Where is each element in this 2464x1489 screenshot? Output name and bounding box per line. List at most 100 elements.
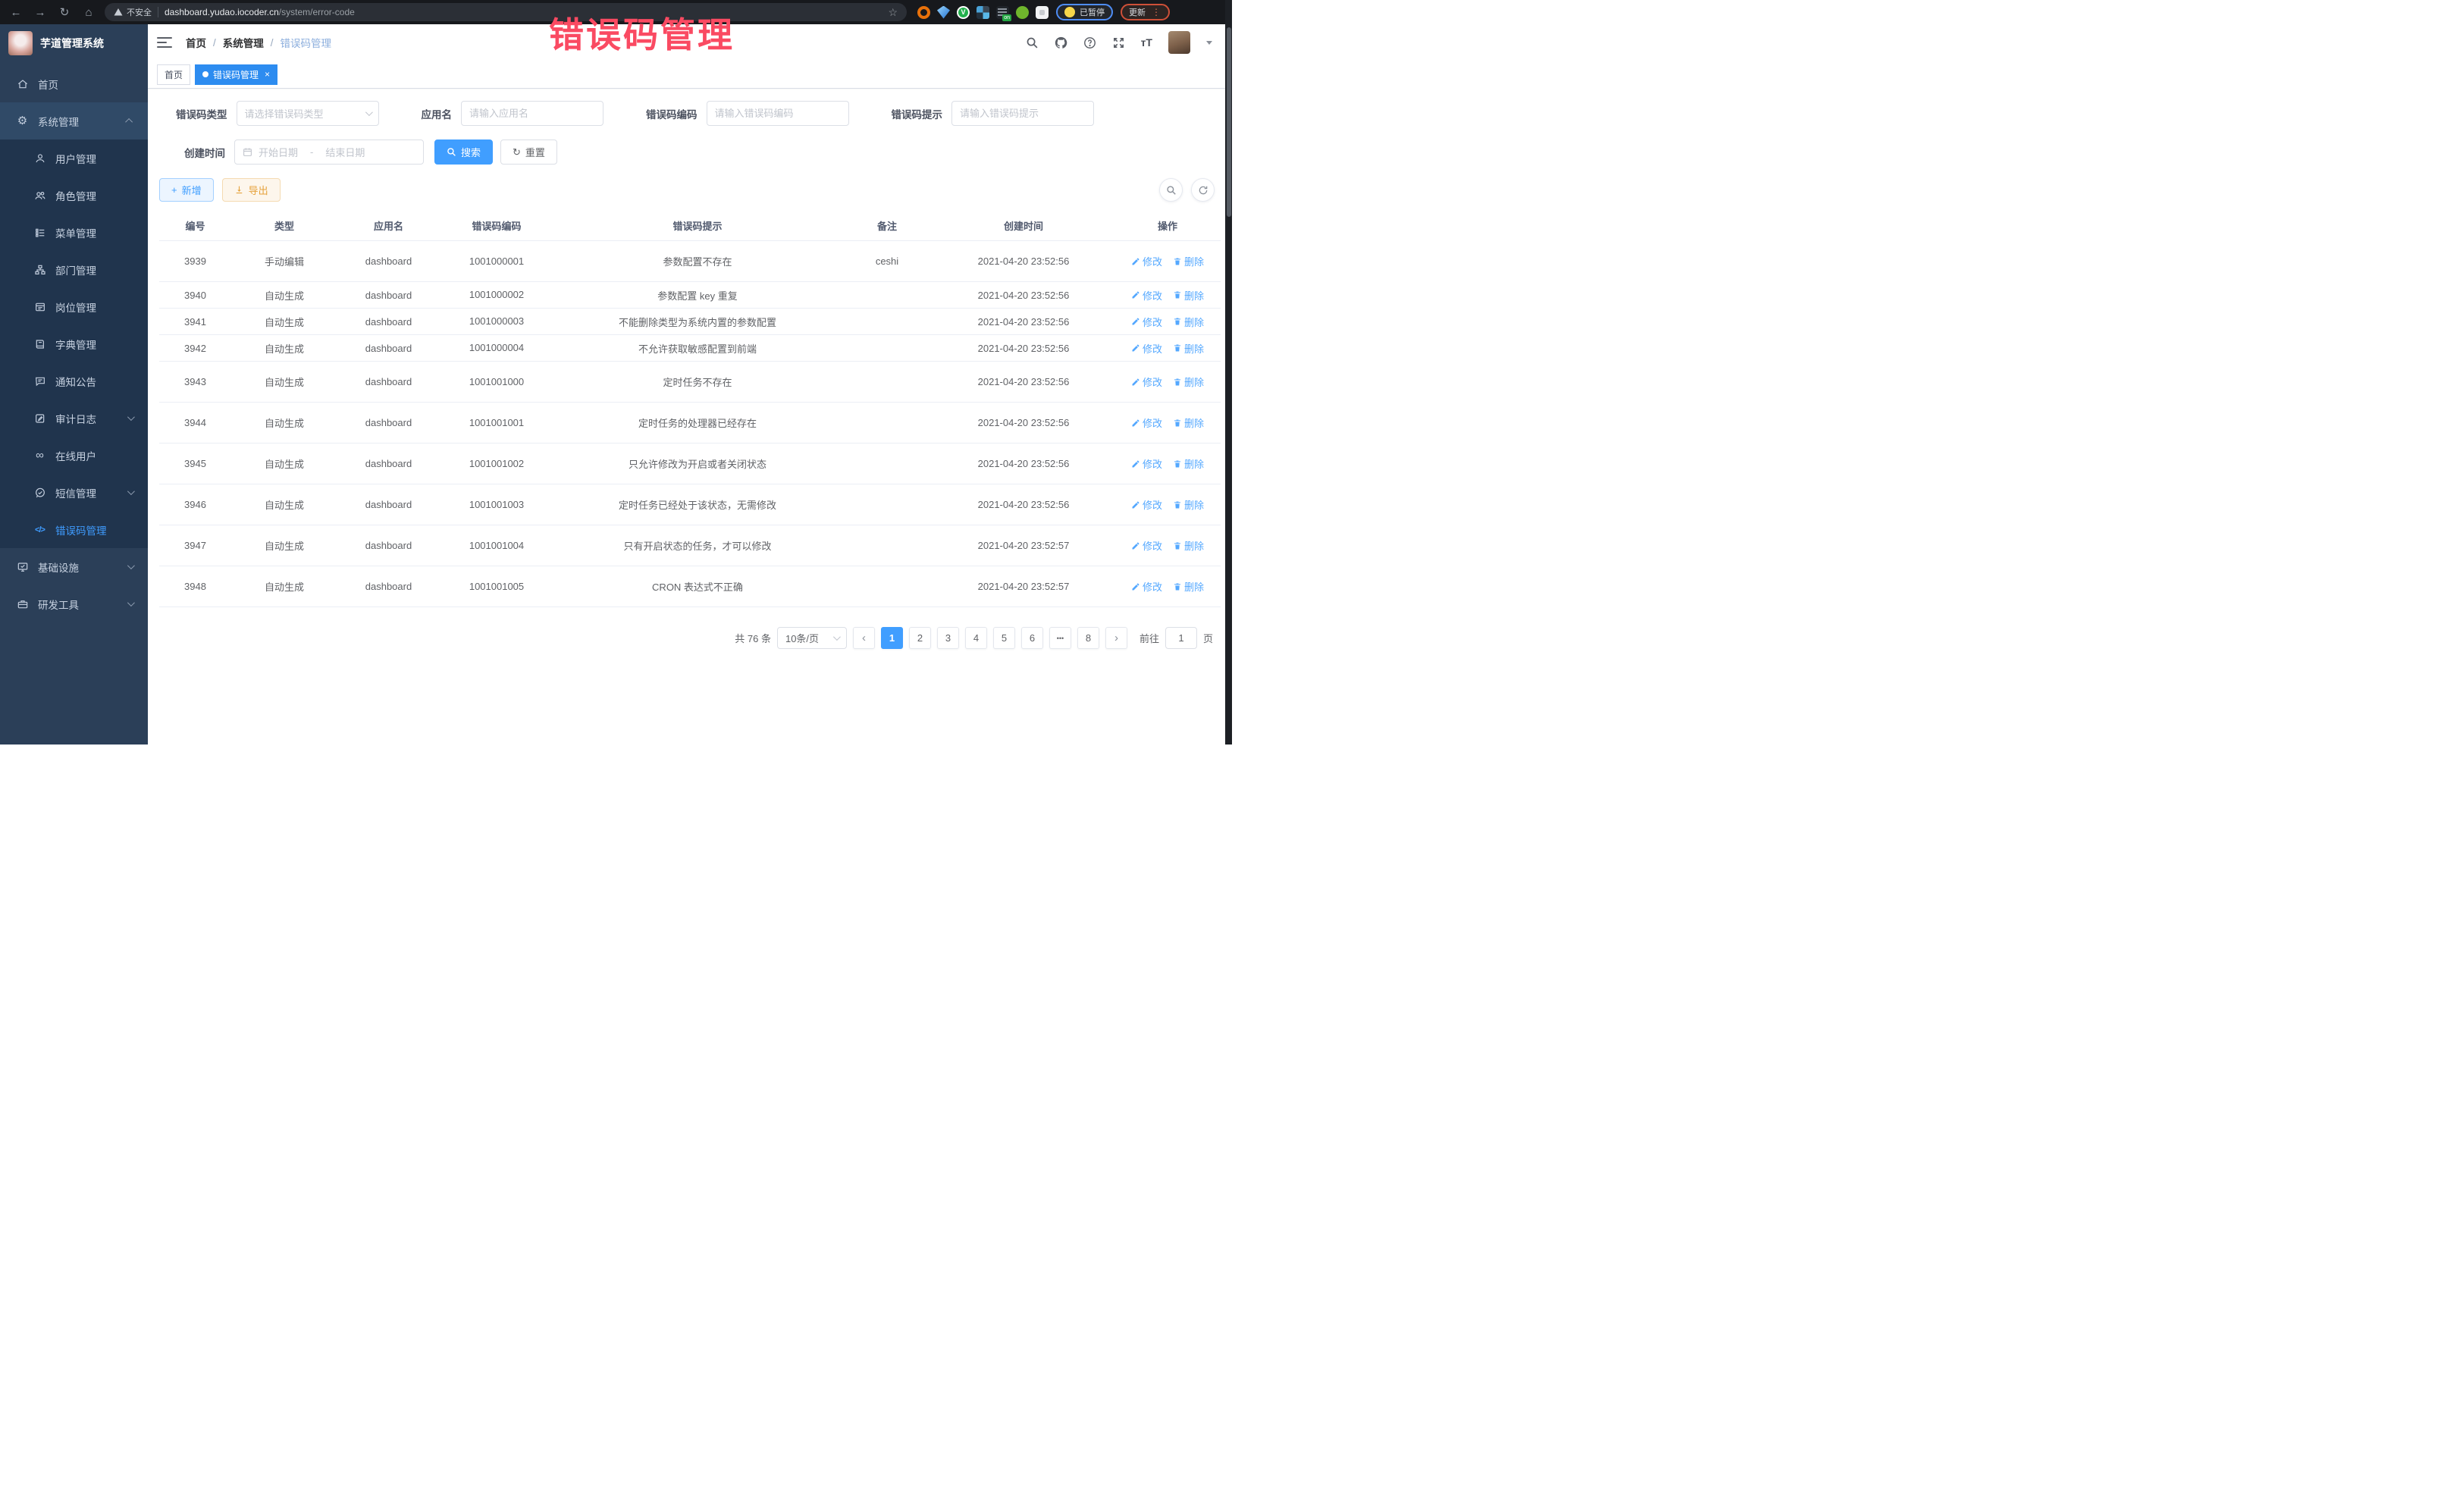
edit-link[interactable]: 修改: [1131, 579, 1162, 594]
extension-list-on-icon[interactable]: [996, 6, 1009, 19]
tab-close-icon[interactable]: ×: [265, 69, 270, 80]
page-button-4[interactable]: 4: [965, 627, 987, 649]
address-bar[interactable]: 不安全 dashboard.yudao.iocoder.cn/system/er…: [105, 3, 907, 21]
not-secure-warning[interactable]: 不安全: [114, 6, 152, 18]
edit-link[interactable]: 修改: [1131, 375, 1162, 389]
app-logo-row[interactable]: 芋道管理系统: [0, 24, 148, 62]
browser-reload-icon[interactable]: ↻: [56, 4, 73, 20]
page-button-2[interactable]: 2: [909, 627, 931, 649]
browser-back-icon[interactable]: ←: [8, 4, 24, 20]
caret-down-icon[interactable]: [1206, 41, 1212, 45]
refresh-table-button[interactable]: [1191, 178, 1215, 202]
font-size-icon[interactable]: тT: [1141, 36, 1152, 49]
search-button[interactable]: 搜索: [434, 139, 493, 165]
window-scrollbar[interactable]: [1225, 0, 1232, 744]
sidebar-item-user-management[interactable]: 用户管理: [0, 139, 148, 177]
date-range-picker[interactable]: 开始日期 - 结束日期: [234, 139, 424, 165]
sidebar-item-system-management[interactable]: ⚙系统管理: [0, 102, 148, 139]
sidebar-item-error-code-management[interactable]: </>错误码管理: [0, 511, 148, 548]
cell-msg: 不能删除类型为系统内置的参数配置: [553, 309, 842, 335]
fullscreen-icon[interactable]: [1112, 36, 1125, 49]
error-msg-input[interactable]: [951, 101, 1094, 126]
goto-page-input[interactable]: [1165, 627, 1197, 649]
page-button-5[interactable]: 5: [993, 627, 1015, 649]
add-button[interactable]: + 新增: [159, 178, 214, 202]
delete-link[interactable]: 删除: [1173, 375, 1204, 389]
extension-gem-icon[interactable]: [937, 6, 950, 19]
sidebar-item-dict-management[interactable]: 字典管理: [0, 325, 148, 362]
bookmark-star-icon[interactable]: ☆: [888, 6, 898, 19]
page-size-select[interactable]: 10条/页: [777, 627, 847, 649]
pagination-ellipsis[interactable]: •••: [1049, 627, 1071, 649]
search-icon[interactable]: [1026, 36, 1039, 49]
tab-error-code[interactable]: 错误码管理 ×: [195, 64, 277, 85]
sidebar-item-label: 错误码管理: [55, 522, 137, 538]
delete-link[interactable]: 删除: [1173, 288, 1204, 303]
sidebar-item-sms-management[interactable]: 短信管理: [0, 474, 148, 511]
tab-home[interactable]: 首页: [157, 64, 190, 85]
edit-link[interactable]: 修改: [1131, 254, 1162, 268]
edit-link[interactable]: 修改: [1131, 288, 1162, 303]
prev-page-button[interactable]: ‹: [853, 627, 875, 649]
profile-pill[interactable]: 已暂停: [1056, 4, 1113, 20]
browser-forward-icon[interactable]: →: [32, 4, 49, 20]
error-code-input[interactable]: [707, 101, 849, 126]
edit-link[interactable]: 修改: [1131, 497, 1162, 512]
page-button-8[interactable]: 8: [1077, 627, 1099, 649]
breadcrumb-system[interactable]: 系统管理: [223, 35, 264, 50]
sidebar-item-dev-tools[interactable]: 研发工具: [0, 585, 148, 622]
edit-link[interactable]: 修改: [1131, 415, 1162, 430]
delete-link[interactable]: 删除: [1173, 538, 1204, 553]
scrollbar-thumb[interactable]: [1227, 27, 1231, 217]
cell-app: dashboard: [337, 362, 440, 403]
delete-link[interactable]: 删除: [1173, 497, 1204, 512]
edit-link[interactable]: 修改: [1131, 341, 1162, 356]
page-button-6[interactable]: 6: [1021, 627, 1043, 649]
browser-menu-dots-icon[interactable]: ⋮: [1152, 7, 1161, 17]
sidebar-item-role-management[interactable]: 角色管理: [0, 177, 148, 214]
delete-link[interactable]: 删除: [1173, 456, 1204, 471]
delete-link[interactable]: 删除: [1173, 315, 1204, 329]
extension-orange-icon[interactable]: [917, 6, 930, 19]
sidebar-item-notice-announcement[interactable]: 通知公告: [0, 362, 148, 400]
page-button-1[interactable]: 1: [881, 627, 903, 649]
app-name-input[interactable]: [461, 101, 603, 126]
update-label: 更新: [1129, 6, 1146, 18]
github-icon[interactable]: [1055, 36, 1067, 49]
delete-link[interactable]: 删除: [1173, 579, 1204, 594]
browser-update-button[interactable]: 更新 ⋮: [1121, 4, 1170, 20]
sidebar-item-online-users[interactable]: ∞在线用户: [0, 437, 148, 474]
delete-link[interactable]: 删除: [1173, 415, 1204, 430]
collapse-sidebar-icon[interactable]: [157, 36, 172, 49]
cell-id: 3944: [159, 403, 231, 444]
browser-home-icon[interactable]: ⌂: [80, 4, 97, 20]
export-button[interactable]: 导出: [222, 178, 281, 202]
sidebar-item-post-management[interactable]: 岗位管理: [0, 288, 148, 325]
sidebar-item-infrastructure[interactable]: 基础设施: [0, 548, 148, 585]
breadcrumb-home[interactable]: 首页: [186, 35, 206, 50]
sidebar-item-audit-log[interactable]: 审计日志: [0, 400, 148, 437]
edit-link[interactable]: 修改: [1131, 315, 1162, 329]
error-type-select[interactable]: 请选择错误码类型: [237, 101, 379, 126]
extensions-puzzle-icon[interactable]: [1036, 6, 1049, 19]
sidebar-item-home[interactable]: 首页: [0, 65, 148, 102]
delete-trash-icon: [1173, 418, 1182, 428]
delete-link[interactable]: 删除: [1173, 254, 1204, 268]
page-button-3[interactable]: 3: [937, 627, 959, 649]
extension-grid-icon[interactable]: [977, 6, 989, 19]
extension-green-v-icon[interactable]: V: [957, 6, 970, 19]
help-icon[interactable]: [1083, 36, 1096, 49]
next-page-button[interactable]: ›: [1105, 627, 1127, 649]
delete-link[interactable]: 删除: [1173, 341, 1204, 356]
reset-button[interactable]: ↻ 重置: [500, 139, 557, 165]
sidebar-item-dept-management[interactable]: 部门管理: [0, 251, 148, 288]
user-avatar[interactable]: [1168, 31, 1190, 54]
extension-person-icon[interactable]: [1016, 6, 1029, 19]
sidebar-item-menu-management[interactable]: 菜单管理: [0, 214, 148, 251]
cell-actions: 修改删除: [1114, 335, 1221, 362]
edit-link[interactable]: 修改: [1131, 456, 1162, 471]
toggle-search-button[interactable]: [1159, 178, 1183, 202]
edit-link[interactable]: 修改: [1131, 538, 1162, 553]
cell-remark: ceshi: [842, 241, 933, 282]
cell-app: dashboard: [337, 403, 440, 444]
